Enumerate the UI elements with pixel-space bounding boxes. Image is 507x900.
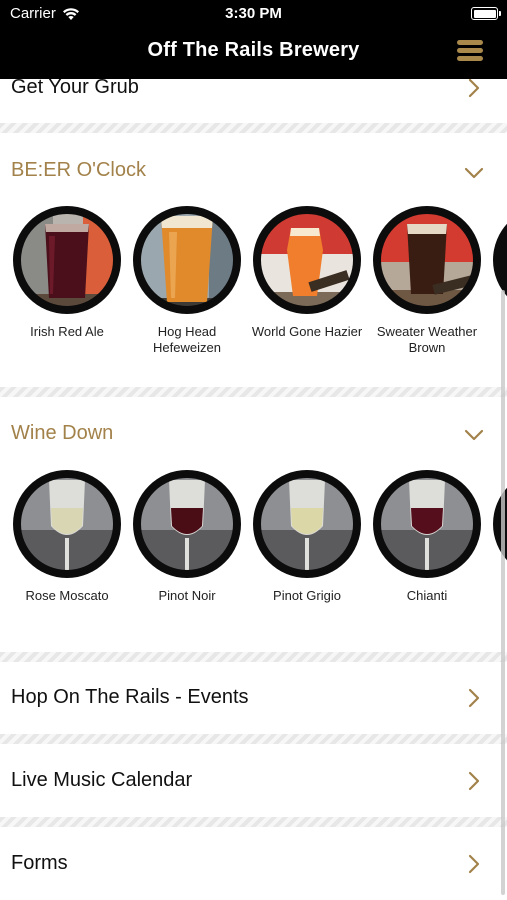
- top-bar: Carrier 3:30 PM Off The Rails Brewery: [0, 0, 507, 79]
- beer-name: Irish Red Ale: [30, 324, 104, 339]
- status-time: 3:30 PM: [225, 5, 282, 22]
- row-live-music[interactable]: Live Music Calendar: [0, 744, 498, 817]
- beer-carousel[interactable]: Irish Red Ale Hog Head Hefeweizen World …: [0, 206, 507, 366]
- row-get-your-grub[interactable]: Get Your Grub: [0, 79, 498, 123]
- chevron-right-icon: [468, 79, 480, 98]
- row-events[interactable]: Hop On The Rails - Events: [0, 662, 498, 734]
- beer-image: [373, 206, 481, 314]
- row-label: Hop On The Rails - Events: [11, 686, 249, 708]
- row-label: Get Your Grub: [11, 79, 139, 98]
- section-title: BE:ER O'Clock: [11, 159, 146, 181]
- divider: [0, 652, 507, 662]
- section-header-beer[interactable]: BE:ER O'Clock: [0, 133, 498, 203]
- divider: [0, 387, 507, 397]
- chevron-down-icon: [464, 167, 484, 179]
- row-label: Live Music Calendar: [11, 769, 193, 791]
- beer-name: Hog Head Hefeweizen: [153, 324, 221, 355]
- wine-image: [133, 470, 241, 578]
- chevron-right-icon: [468, 771, 480, 791]
- status-bar: Carrier 3:30 PM: [0, 5, 507, 25]
- main-content: Get Your Grub BE:ER O'Clock Irish Red Al…: [0, 79, 507, 900]
- wine-name: Pinot Grigio: [273, 588, 341, 603]
- wine-image: [253, 470, 361, 578]
- divider: [0, 123, 507, 133]
- battery-icon: [471, 7, 501, 20]
- wine-name: Chianti: [406, 588, 448, 603]
- row-label: Forms: [11, 852, 68, 874]
- wine-name: Rose Moscato: [25, 588, 109, 603]
- section-title: Wine Down: [11, 422, 114, 444]
- beer-image: [13, 206, 121, 314]
- wine-image: [13, 470, 121, 578]
- divider: [0, 734, 507, 744]
- section-header-wine[interactable]: Wine Down: [0, 397, 498, 467]
- wine-carousel[interactable]: Rose Moscato Pinot Noir Pinot Grigio Chi…: [0, 470, 507, 630]
- chevron-right-icon: [468, 688, 480, 708]
- beer-name: Sweater Weather Brown: [376, 324, 478, 355]
- page-title: Off The Rails Brewery: [147, 39, 360, 61]
- beer-name: World Gone Hazier: [251, 324, 363, 339]
- chevron-down-icon: [464, 429, 484, 441]
- row-forms[interactable]: Forms: [0, 827, 498, 900]
- chevron-right-icon: [468, 854, 480, 874]
- beer-image: [253, 206, 361, 314]
- hamburger-menu-icon[interactable]: [457, 40, 483, 62]
- wine-name: Pinot Noir: [158, 588, 216, 603]
- divider: [0, 817, 507, 827]
- scrollbar[interactable]: [501, 290, 505, 895]
- beer-image: [133, 206, 241, 314]
- wine-image: [373, 470, 481, 578]
